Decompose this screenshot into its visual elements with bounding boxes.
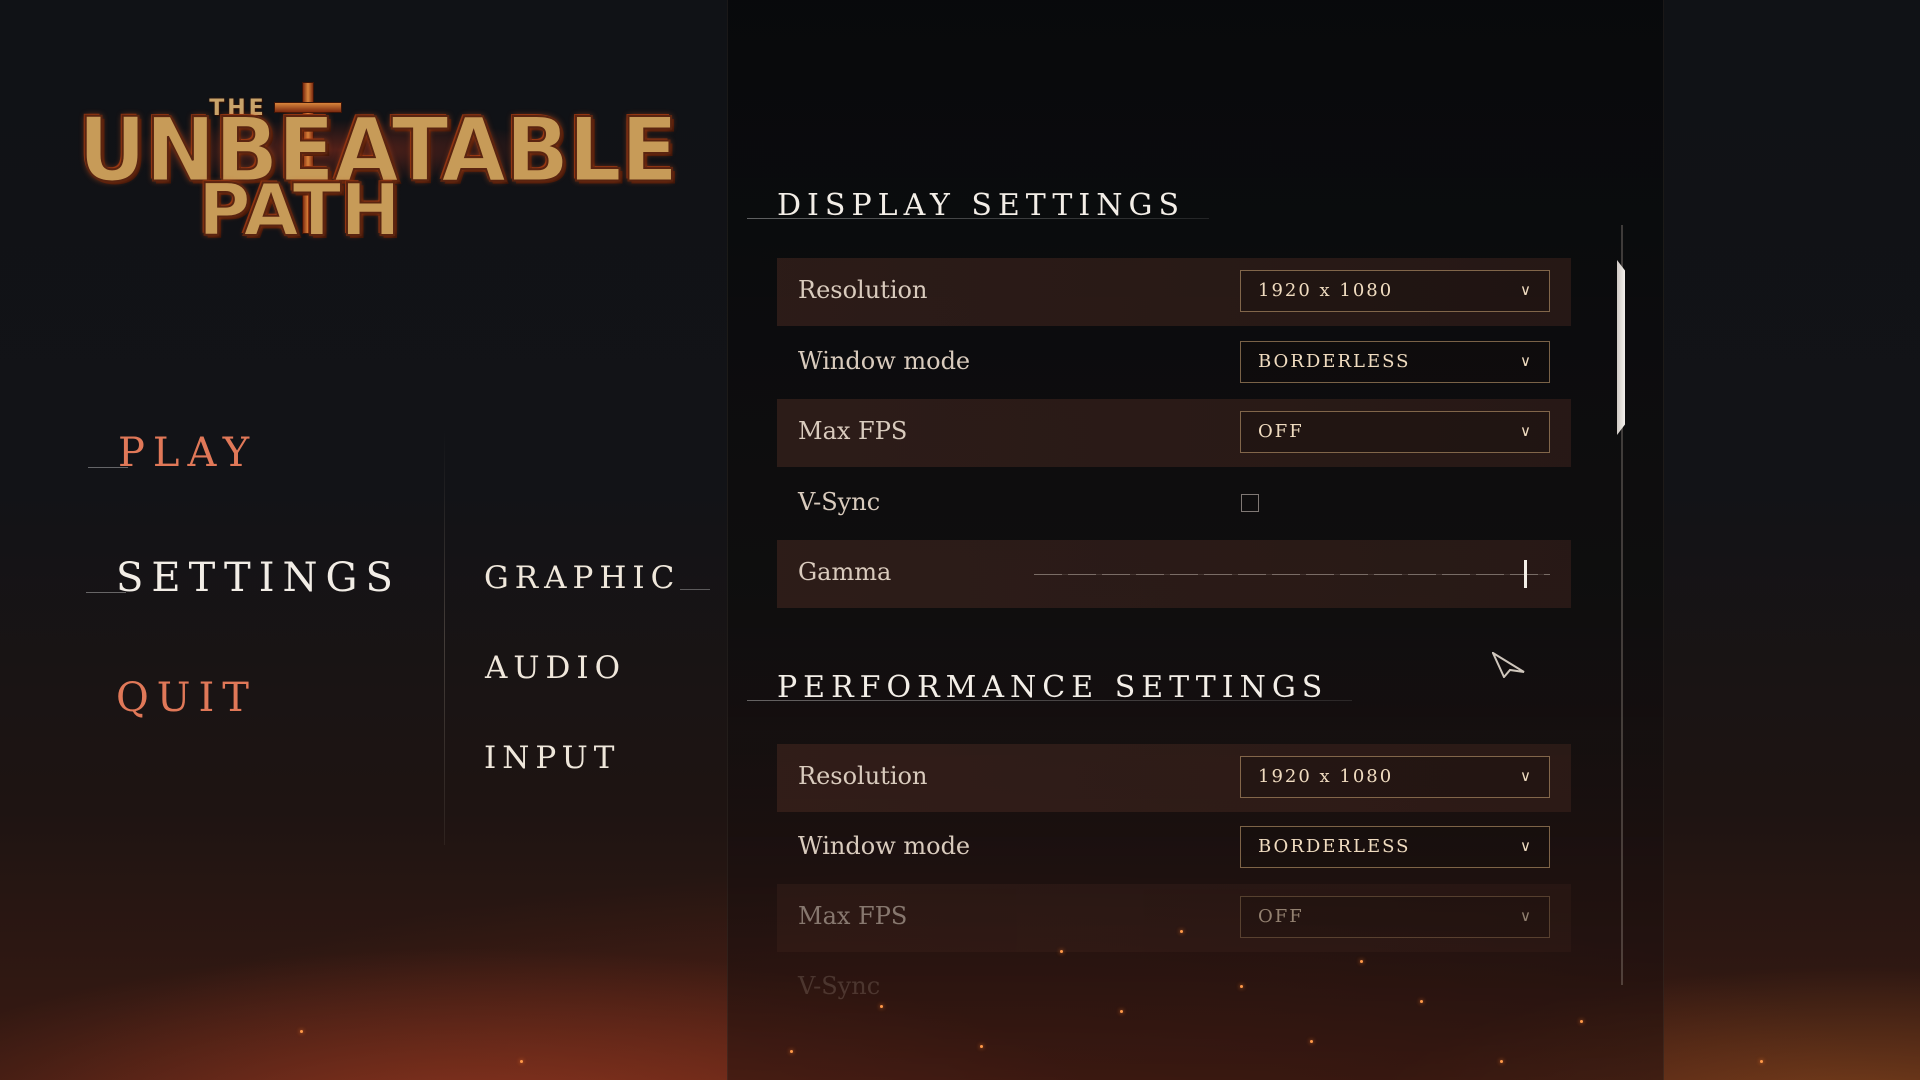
menu-dash: [86, 592, 126, 593]
performance-vsync-label: V-Sync: [798, 972, 881, 1000]
settings-scrollbar-thumb[interactable]: [1617, 260, 1625, 435]
chevron-down-icon: ∨: [1520, 422, 1531, 440]
submenu-input-label: INPUT: [484, 740, 621, 776]
performance-window-mode-value: BORDERLESS: [1258, 836, 1411, 857]
display-gamma-row: Gamma: [777, 540, 1571, 608]
menu-settings[interactable]: SETTINGS: [86, 555, 401, 601]
submenu-active-rule: [680, 589, 711, 590]
submenu-graphic[interactable]: GRAPHIC: [484, 560, 711, 596]
display-settings-title: DISPLAY SETTINGS: [747, 188, 1209, 223]
ember: [1060, 950, 1063, 953]
menu-quit-label: QUIT: [116, 675, 257, 721]
menu-play[interactable]: PLAY: [88, 430, 258, 476]
ember: [1760, 1060, 1763, 1063]
ember: [1180, 930, 1183, 933]
submenu-input[interactable]: INPUT: [484, 740, 621, 776]
ember: [790, 1050, 793, 1053]
display-resolution-row: Resolution 1920 x 1080 ∨: [777, 258, 1571, 326]
display-window-mode-select[interactable]: BORDERLESS ∨: [1240, 341, 1550, 383]
gamma-slider-track[interactable]: [1034, 574, 1550, 575]
menu-play-label: PLAY: [118, 430, 258, 476]
display-max-fps-select[interactable]: OFF ∨: [1240, 411, 1550, 453]
performance-resolution-row: Resolution 1920 x 1080 ∨: [777, 744, 1571, 812]
ember: [1420, 1000, 1423, 1003]
ember: [1120, 1010, 1123, 1013]
submenu-audio[interactable]: AUDIO: [485, 650, 626, 686]
ember: [1310, 1040, 1313, 1043]
performance-window-mode-row: Window mode BORDERLESS ∨: [777, 814, 1571, 882]
ember: [1360, 960, 1363, 963]
vsync-checkbox[interactable]: [1241, 494, 1259, 512]
gamma-slider-thumb[interactable]: [1524, 560, 1527, 588]
menu-dash: [88, 467, 128, 468]
display-vsync-label: V-Sync: [798, 488, 881, 516]
display-max-fps-row: Max FPS OFF ∨: [777, 399, 1571, 467]
performance-max-fps-label: Max FPS: [798, 902, 908, 930]
display-gamma-label: Gamma: [798, 558, 892, 586]
performance-settings-title: PERFORMANCE SETTINGS: [747, 670, 1353, 705]
performance-window-mode-select[interactable]: BORDERLESS ∨: [1240, 826, 1550, 868]
chevron-down-icon: ∨: [1520, 352, 1531, 370]
ember: [520, 1060, 523, 1063]
menu-divider: [444, 430, 445, 845]
submenu-audio-label: AUDIO: [485, 650, 627, 686]
chevron-down-icon: ∨: [1520, 837, 1531, 855]
display-resolution-select[interactable]: 1920 x 1080 ∨: [1240, 270, 1550, 312]
game-logo: THE UNBEATABLE PATH: [77, 78, 679, 252]
ember: [1240, 985, 1243, 988]
display-window-mode-value: BORDERLESS: [1258, 351, 1411, 372]
performance-max-fps-value: OFF: [1258, 906, 1304, 927]
logo-text-path: PATH: [197, 168, 402, 252]
display-max-fps-label: Max FPS: [798, 417, 908, 445]
title-rule: [747, 700, 1353, 701]
submenu-graphic-label: GRAPHIC: [484, 560, 681, 596]
performance-vsync-row: V-Sync: [777, 954, 1571, 1022]
ember: [880, 1005, 883, 1008]
ember: [1580, 1020, 1583, 1023]
display-resolution-label: Resolution: [798, 276, 928, 304]
menu-quit[interactable]: QUIT: [116, 675, 257, 721]
chevron-down-icon: ∨: [1520, 767, 1531, 785]
chevron-down-icon: ∨: [1520, 907, 1531, 925]
display-vsync-row: V-Sync: [777, 470, 1571, 538]
performance-resolution-label: Resolution: [798, 762, 928, 790]
performance-max-fps-select[interactable]: OFF ∨: [1240, 896, 1550, 938]
display-window-mode-row: Window mode BORDERLESS ∨: [777, 329, 1571, 397]
performance-window-mode-label: Window mode: [798, 832, 971, 860]
display-window-mode-label: Window mode: [798, 347, 971, 375]
performance-resolution-select[interactable]: 1920 x 1080 ∨: [1240, 756, 1550, 798]
performance-resolution-value: 1920 x 1080: [1258, 766, 1394, 787]
menu-settings-label: SETTINGS: [116, 555, 401, 601]
ember: [300, 1030, 303, 1033]
display-resolution-value: 1920 x 1080: [1258, 280, 1394, 301]
performance-max-fps-row: Max FPS OFF ∨: [777, 884, 1571, 952]
display-max-fps-value: OFF: [1258, 421, 1304, 442]
ember: [980, 1045, 983, 1048]
title-rule: [747, 218, 1209, 219]
chevron-down-icon: ∨: [1520, 281, 1531, 299]
ember: [1500, 1060, 1503, 1063]
